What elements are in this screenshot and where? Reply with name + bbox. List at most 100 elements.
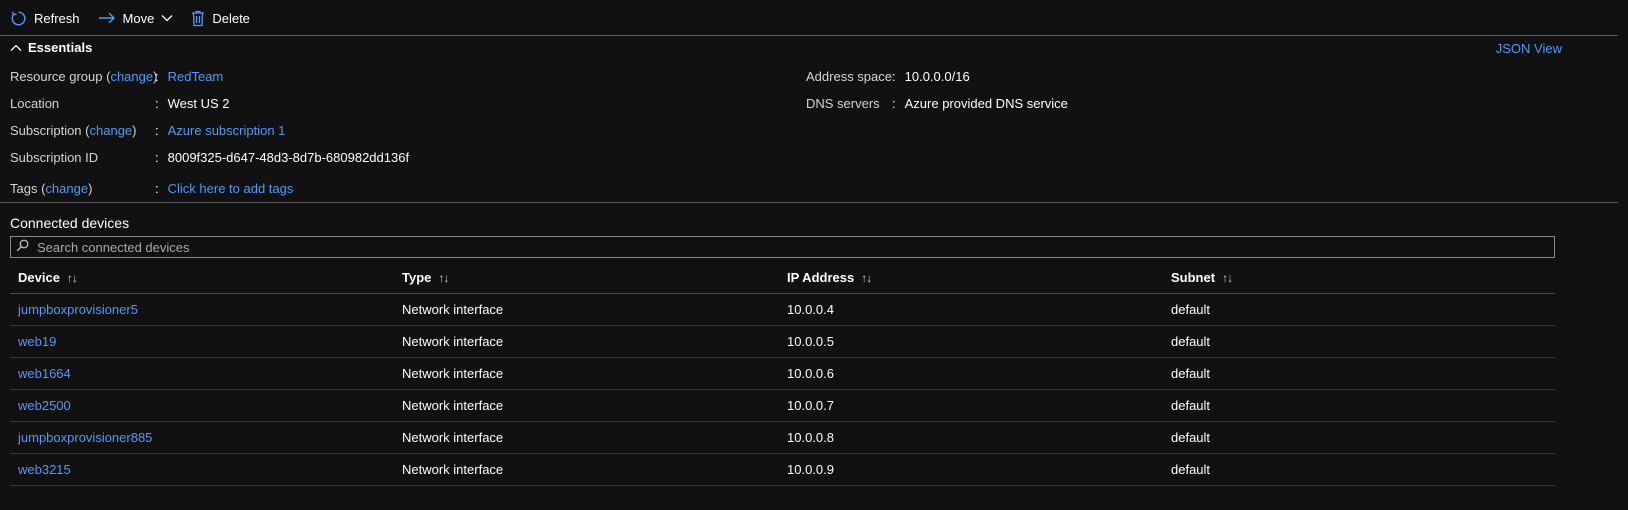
tags-label-wrap: Tags (change)	[10, 181, 93, 196]
colon: :	[155, 150, 159, 165]
subscription-value-link[interactable]: Azure subscription 1	[168, 123, 286, 138]
table-header: Device ↑↓ Type ↑↓ IP Address ↑↓ Subnet ↑↓	[10, 262, 1555, 294]
delete-button[interactable]: Delete	[191, 10, 250, 27]
essentials-divider	[0, 202, 1618, 203]
subnet-cell: default	[1171, 398, 1211, 413]
resource-group-row: Resource group (change) : RedTeam	[10, 69, 223, 84]
json-view-link[interactable]: JSON View	[1496, 41, 1562, 56]
add-tags-link[interactable]: Click here to add tags	[168, 181, 294, 196]
subnet-cell: default	[1171, 334, 1211, 349]
table-row: web19 Network interface 10.0.0.5 default	[10, 326, 1555, 358]
toolbar-divider	[0, 35, 1618, 36]
refresh-icon	[10, 10, 27, 27]
device-link[interactable]: web19	[18, 334, 56, 349]
type-cell: Network interface	[402, 366, 504, 381]
ip-cell: 10.0.0.4	[787, 302, 834, 317]
colon: :	[155, 96, 159, 111]
column-header-ip[interactable]: IP Address ↑↓	[787, 262, 872, 293]
subnet-cell: default	[1171, 462, 1211, 477]
sort-icon[interactable]: ↑↓	[67, 271, 78, 285]
vnet-overview-page: Refresh Move Delete Essentials JSON View…	[0, 0, 1628, 510]
colon: :	[155, 123, 159, 138]
subnet-cell: default	[1171, 430, 1211, 445]
search-icon	[16, 239, 29, 255]
type-cell: Network interface	[402, 302, 504, 317]
move-label: Move	[122, 10, 155, 26]
resource-group-label: Resource group	[10, 69, 103, 84]
ip-cell: 10.0.0.8	[787, 430, 834, 445]
subscription-id-label: Subscription ID	[10, 150, 99, 165]
subnet-cell: default	[1171, 366, 1211, 381]
type-cell: Network interface	[402, 334, 504, 349]
table-row: web3215 Network interface 10.0.0.9 defau…	[10, 454, 1555, 486]
subscription-row: Subscription (change) : Azure subscripti…	[10, 123, 285, 138]
subscription-change-link[interactable]: change	[90, 123, 133, 138]
subscription-label-wrap: Subscription (change)	[10, 123, 137, 138]
column-header-label: IP Address	[787, 270, 855, 285]
column-header-type[interactable]: Type ↑↓	[402, 262, 449, 293]
table-row: web1664 Network interface 10.0.0.6 defau…	[10, 358, 1555, 390]
resource-group-label-wrap: Resource group (change)	[10, 69, 158, 84]
delete-label: Delete	[212, 10, 250, 26]
resource-group-value-link[interactable]: RedTeam	[168, 69, 224, 84]
connected-devices-title: Connected devices	[10, 215, 130, 231]
dns-servers-label: DNS servers	[806, 96, 880, 111]
type-cell: Network interface	[402, 430, 504, 445]
trash-icon	[191, 10, 205, 27]
address-space-value: 10.0.0.0/16	[904, 69, 970, 84]
device-link[interactable]: web1664	[18, 366, 71, 381]
ip-cell: 10.0.0.5	[787, 334, 834, 349]
subnet-cell: default	[1171, 302, 1211, 317]
location-row: Location : West US 2	[10, 96, 230, 111]
chevron-down-icon	[161, 14, 173, 22]
device-link[interactable]: web2500	[18, 398, 71, 413]
column-header-label: Device	[18, 270, 60, 285]
device-link[interactable]: jumpboxprovisioner885	[18, 430, 152, 445]
column-header-subnet[interactable]: Subnet ↑↓	[1171, 262, 1233, 293]
search-input[interactable]	[35, 238, 1539, 256]
column-header-label: Subnet	[1171, 270, 1216, 285]
devices-table: Device ↑↓ Type ↑↓ IP Address ↑↓ Subnet ↑↓ ju…	[10, 262, 1555, 486]
address-space-row: Address space : 10.0.0.0/16	[806, 69, 970, 84]
location-value: West US 2	[167, 96, 230, 111]
dns-servers-row: DNS servers : Azure provided DNS service	[806, 96, 1068, 111]
device-link[interactable]: web3215	[18, 462, 71, 477]
column-header-device[interactable]: Device ↑↓	[18, 262, 78, 293]
ip-cell: 10.0.0.6	[787, 366, 834, 381]
arrow-right-icon	[98, 11, 116, 25]
colon: :	[892, 69, 896, 84]
sort-icon[interactable]: ↑↓	[438, 271, 449, 285]
tags-change-link[interactable]: change	[45, 181, 88, 196]
chevron-up-icon	[10, 40, 22, 55]
subscription-id-row: Subscription ID : 8009f325-d647-48d3-8d7…	[10, 150, 409, 165]
dns-servers-value: Azure provided DNS service	[904, 96, 1068, 111]
type-cell: Network interface	[402, 462, 504, 477]
search-box	[10, 236, 1555, 258]
address-space-label: Address space	[806, 69, 892, 84]
subscription-id-value: 8009f325-d647-48d3-8d7b-680982dd136f	[167, 150, 410, 165]
essentials-toggle[interactable]: Essentials	[10, 40, 92, 55]
tags-row: Tags (change) : Click here to add tags	[10, 181, 293, 196]
table-row: web2500 Network interface 10.0.0.7 defau…	[10, 390, 1555, 422]
colon: :	[892, 96, 896, 111]
essentials-title: Essentials	[28, 40, 93, 55]
table-row: jumpboxprovisioner885 Network interface …	[10, 422, 1555, 454]
refresh-button[interactable]: Refresh	[10, 10, 80, 27]
tags-label: Tags	[10, 181, 38, 196]
table-row: jumpboxprovisioner5 Network interface 10…	[10, 294, 1555, 326]
colon: :	[155, 181, 159, 196]
refresh-label: Refresh	[34, 10, 80, 26]
colon: :	[155, 69, 159, 84]
resource-group-change-link[interactable]: change	[110, 69, 153, 84]
sort-icon[interactable]: ↑↓	[1222, 271, 1233, 285]
type-cell: Network interface	[402, 398, 504, 413]
move-button[interactable]: Move	[98, 11, 174, 26]
ip-cell: 10.0.0.7	[787, 398, 834, 413]
location-label: Location	[10, 96, 60, 111]
command-bar: Refresh Move Delete	[0, 0, 1628, 36]
sort-icon[interactable]: ↑↓	[861, 271, 872, 285]
subscription-label: Subscription	[10, 123, 82, 138]
device-link[interactable]: jumpboxprovisioner5	[18, 302, 138, 317]
ip-cell: 10.0.0.9	[787, 462, 834, 477]
column-header-label: Type	[402, 270, 432, 285]
